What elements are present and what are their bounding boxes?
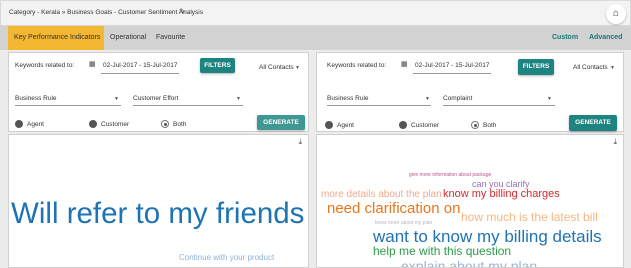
cloud-word: give more information about package — [409, 172, 492, 178]
select-underline — [327, 105, 431, 106]
chevron-down-icon: ▼ — [114, 96, 119, 102]
filters-button[interactable]: FILTERS — [200, 58, 235, 73]
business-rule-select[interactable]: Business Rule — [15, 95, 57, 102]
radio-both[interactable] — [161, 120, 169, 128]
radio-customer[interactable] — [399, 121, 407, 129]
word-cloud-left: ⤓ Will refer to my friends Continue with… — [8, 134, 309, 268]
radio-agent-label: Agent — [337, 122, 354, 129]
radio-customer-label: Customer — [411, 122, 440, 129]
radio-both-label: Both — [483, 122, 497, 129]
cloud-word: more details about the plan — [321, 189, 442, 200]
cloud-word: want to know my billing details — [373, 227, 602, 246]
home-icon[interactable]: ⌂ — [606, 4, 626, 24]
cloud-word: know my billing charges — [443, 188, 560, 200]
date-underline — [101, 73, 179, 74]
radio-agent-label: Agent — [27, 121, 44, 128]
date-range-input[interactable]: 02-Jul-2017 - 15-Jul-2017 — [103, 62, 177, 69]
breadcrumb: Category - Kerala » Business Goals - Cus… — [9, 9, 204, 16]
top-bar: Category - Kerala » Business Goals - Cus… — [0, 0, 631, 26]
customer-effort-select[interactable]: Customer Effort — [133, 95, 178, 102]
date-range-input[interactable]: 02-Jul-2017 - 15-Jul-2017 — [415, 62, 489, 69]
calendar-icon[interactable]: ▦ — [401, 60, 408, 68]
contacts-select[interactable]: All Contacts — [259, 64, 294, 71]
radio-agent[interactable] — [325, 121, 333, 129]
keywords-label: Keywords related to: — [327, 62, 387, 69]
cloud-word: Will refer to my friends — [11, 197, 305, 230]
filter-panel-left: Keywords related to: ▦ 02-Jul-2017 - 15-… — [8, 52, 309, 132]
radio-customer[interactable] — [89, 120, 97, 128]
chevron-down-icon: ▼ — [547, 96, 552, 102]
calendar-icon[interactable]: ▦ — [89, 60, 96, 68]
chevron-down-icon: ▼ — [236, 96, 241, 102]
filter-panel-right: Keywords related to: ▦ 02-Jul-2017 - 15-… — [316, 52, 624, 132]
radio-customer-label: Customer — [101, 121, 130, 128]
word-cloud-right: ⤓ give more information about package ca… — [316, 134, 624, 268]
download-icon[interactable]: ⤓ — [298, 137, 302, 147]
radio-both-label: Both — [173, 121, 187, 128]
complaint-select[interactable]: Complaint — [443, 95, 472, 102]
date-underline — [413, 73, 491, 74]
cloud-word: help me with this question — [373, 244, 512, 258]
tab-bar: Key Performance Indicators Operational F… — [0, 26, 631, 50]
cloud-word: Continue with your product — [179, 253, 275, 262]
generate-button[interactable]: GENERATE — [569, 115, 617, 131]
pencil-icon[interactable]: ✎ — [179, 7, 186, 16]
radio-both[interactable] — [471, 121, 479, 129]
cloud-word: know more about my plan — [375, 220, 433, 226]
select-underline — [15, 105, 121, 106]
cloud-word: explain about my plan — [401, 258, 538, 268]
custom-link[interactable]: Custom — [552, 26, 578, 50]
chevron-down-icon: ▼ — [295, 65, 300, 71]
download-icon[interactable]: ⤓ — [613, 137, 617, 147]
tab-key-performance-indicators[interactable]: Key Performance Indicators — [8, 26, 104, 50]
select-underline — [443, 105, 555, 106]
radio-agent[interactable] — [15, 120, 23, 128]
tab-favourite[interactable]: Favourite — [150, 26, 191, 50]
contacts-select[interactable]: All Contacts — [573, 64, 608, 71]
tab-operational[interactable]: Operational — [104, 26, 152, 50]
select-underline — [133, 105, 243, 106]
chevron-down-icon: ▼ — [610, 65, 615, 71]
cloud-word: how much is the latest bill — [461, 210, 598, 224]
advanced-link[interactable]: Advanced — [589, 26, 622, 50]
generate-button[interactable]: GENERATE — [257, 115, 305, 130]
filters-button[interactable]: FILTERS — [518, 59, 554, 75]
keywords-label: Keywords related to: — [15, 62, 75, 69]
business-rule-select[interactable]: Business Rule — [327, 95, 369, 102]
chevron-down-icon: ▼ — [425, 96, 430, 102]
cloud-word: need clarification on — [327, 200, 461, 217]
